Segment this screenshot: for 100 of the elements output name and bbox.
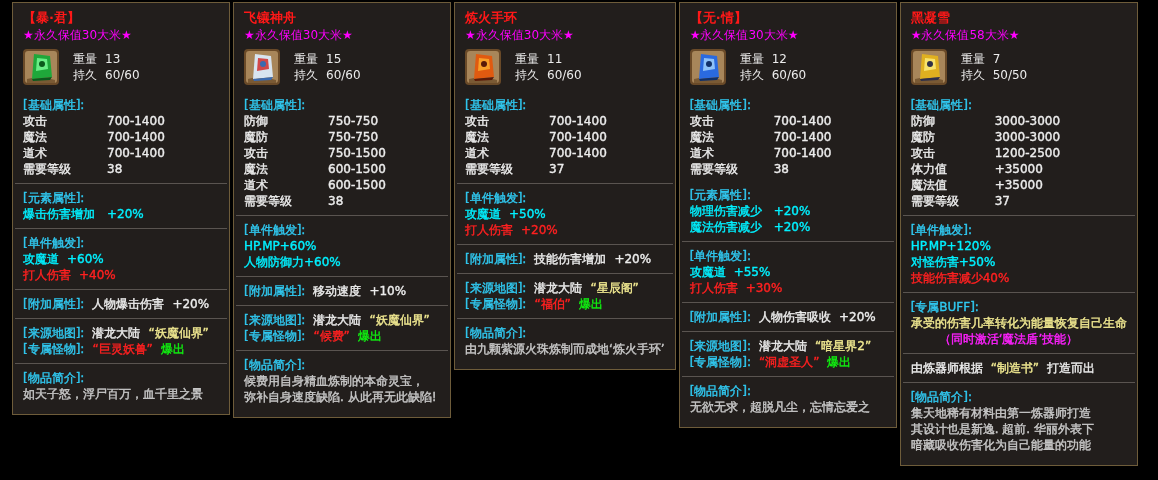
item-value-text: ★永久保值58大米★ — [910, 27, 1021, 43]
tooltip-text: [专属怪物]: — [23, 341, 85, 357]
stat-value: 700-1400 — [107, 145, 165, 161]
tooltip-text: 潜龙大陆 — [313, 312, 362, 328]
tooltip-text: +10% — [369, 283, 407, 299]
tooltip-text: [基础属性]: — [689, 97, 752, 113]
tooltip-text: [专属BUFF]: — [910, 299, 979, 315]
tooltip-text: 潜龙大陆 — [759, 338, 808, 354]
tooltip-text: 爆出 — [160, 341, 185, 357]
tooltip-text: 打造而出 — [1047, 360, 1096, 376]
item-value-text: ★永久保值30大米★ — [23, 27, 133, 43]
stat-label: 攻击 — [465, 113, 490, 129]
tooltip-text: 爆出 — [578, 296, 603, 312]
tooltip-text: HP.MP+60% — [244, 238, 317, 254]
durability-label: 持久 — [515, 67, 539, 83]
stat-value: +20% — [773, 219, 811, 235]
tooltip-text: [物品简介]: — [910, 389, 973, 405]
item-name: 炼火手环 — [465, 9, 518, 27]
tooltip-text: [单件触发]: — [465, 190, 527, 206]
stat-label: 魔法 — [465, 129, 490, 145]
weight-label: 重量 — [294, 51, 318, 67]
tooltip-text: [物品简介]: — [689, 383, 752, 399]
tooltip-text: [附加属性]: — [244, 283, 306, 299]
durability-value: 60/60 — [105, 67, 140, 83]
weight-value: 12 — [771, 51, 787, 67]
tooltip-text: 如天子怒，浮尸百万，血千里之景 — [23, 386, 203, 402]
tooltip-text: 人物防御力+60% — [244, 254, 341, 270]
durability-value: 60/60 — [326, 67, 361, 83]
tooltip-text: +55% — [733, 264, 771, 280]
stat-label: 魔法伤害减少 — [689, 219, 763, 235]
stat-label: 需要等级 — [465, 161, 514, 177]
weight-value: 11 — [547, 51, 563, 67]
stat-value: 3000-3000 — [994, 129, 1061, 145]
tooltip-text: [附加属性]: — [465, 251, 527, 267]
tooltip-text: [物品简介]: — [465, 325, 527, 341]
stat-label: 道术 — [465, 145, 490, 161]
stat-value: +35000 — [994, 161, 1043, 177]
tooltip-text: 承受的伤害几率转化为能量恢复自己生命 — [910, 315, 1127, 331]
tooltip-text: [附加属性]: — [689, 309, 752, 325]
item-value-text: ★永久保值30大米★ — [689, 27, 800, 43]
durability-label: 持久 — [73, 67, 97, 83]
tooltip-text: 打人伤害 — [23, 267, 71, 283]
weight-label: 重量 — [739, 51, 764, 67]
tooltip-text: 技能伤害增加 — [534, 251, 607, 267]
stat-label: 攻击 — [689, 113, 715, 129]
stat-label: 道术 — [23, 145, 48, 161]
stat-value: +20% — [107, 206, 144, 222]
tooltip-text: [单件触发]: — [23, 235, 85, 251]
tooltip-text: [来源地图]: — [244, 312, 306, 328]
tooltip-text: +20% — [521, 222, 558, 238]
weight-value: 13 — [105, 51, 121, 67]
stat-value: 700-1400 — [549, 129, 607, 145]
tooltip-text: 弥补自身速度缺陷. 从此再无此缺陷! — [244, 389, 437, 405]
stat-value: 700-1400 — [549, 113, 607, 129]
tooltip-text: 人物爆击伤害 — [92, 296, 165, 312]
tooltip-text: [单件触发]: — [244, 222, 306, 238]
item-name: 飞镶神舟 — [244, 9, 297, 27]
stat-label: 道术 — [689, 145, 715, 161]
tooltip-text: +30% — [745, 280, 783, 296]
tooltip-text: [附加属性]: — [23, 296, 85, 312]
durability-value: 50/50 — [992, 67, 1028, 83]
tooltip-text: [基础属性]: — [910, 97, 973, 113]
stat-label: 需要等级 — [689, 161, 739, 177]
item-name: 【无·情】 — [689, 9, 748, 27]
tooltip-text: [来源地图]: — [465, 280, 527, 296]
stat-label: 魔法 — [23, 129, 48, 145]
tooltip-text: “妖魔仙界” — [369, 312, 430, 328]
stat-label: 需要等级 — [910, 193, 960, 209]
durability-label: 持久 — [960, 67, 985, 83]
stat-value: 38 — [773, 161, 789, 177]
tooltip-text: “巨灵妖兽” — [92, 341, 153, 357]
tooltip-text: [专属怪物]: — [465, 296, 527, 312]
stat-label: 爆击伤害增加 — [23, 206, 96, 222]
tooltip-text: 由九颗紫源火珠炼制而成地‘炼火手环’ — [465, 341, 665, 357]
stat-label: 防御 — [244, 113, 269, 129]
tooltip-text: 技能伤害减少40% — [910, 270, 1010, 286]
tooltip-text: [基础属性]: — [465, 97, 527, 113]
tooltip-text: 无欲无求，超脱凡尘，忘情忘爱之 — [689, 399, 870, 415]
stat-value: 700-1400 — [107, 113, 165, 129]
tooltip-text: “暗星界2” — [815, 338, 872, 354]
weight-label: 重量 — [515, 51, 539, 67]
weight-label: 重量 — [960, 51, 985, 67]
tooltip-text: 攻魔道 — [465, 206, 501, 222]
tooltip-text: 人物伤害吸收 — [759, 309, 832, 325]
tooltip-text: 其设计也是新逸. 超前. 华丽外表下 — [910, 421, 1094, 437]
stat-label: 攻击 — [23, 113, 48, 129]
tooltip-text: 潜龙大陆 — [534, 280, 583, 296]
tooltip-text: 潜龙大陆 — [92, 325, 141, 341]
stat-label: 魔法 — [689, 129, 715, 145]
item-name: 【暴·君】 — [23, 9, 81, 27]
weight-label: 重量 — [73, 51, 97, 67]
stat-label: 攻击 — [244, 145, 269, 161]
tooltip-text: [来源地图]: — [23, 325, 85, 341]
tooltip-text: HP.MP+120% — [910, 238, 991, 254]
stat-value: 37 — [994, 193, 1010, 209]
tooltip-text: [物品简介]: — [244, 357, 306, 373]
item-name: 黑凝雪 — [910, 9, 951, 27]
tooltip-text: “福伯” — [534, 296, 571, 312]
durability-label: 持久 — [739, 67, 764, 83]
tooltip-text: 暗藏吸收伤害化为自己能量的功能 — [910, 437, 1091, 453]
